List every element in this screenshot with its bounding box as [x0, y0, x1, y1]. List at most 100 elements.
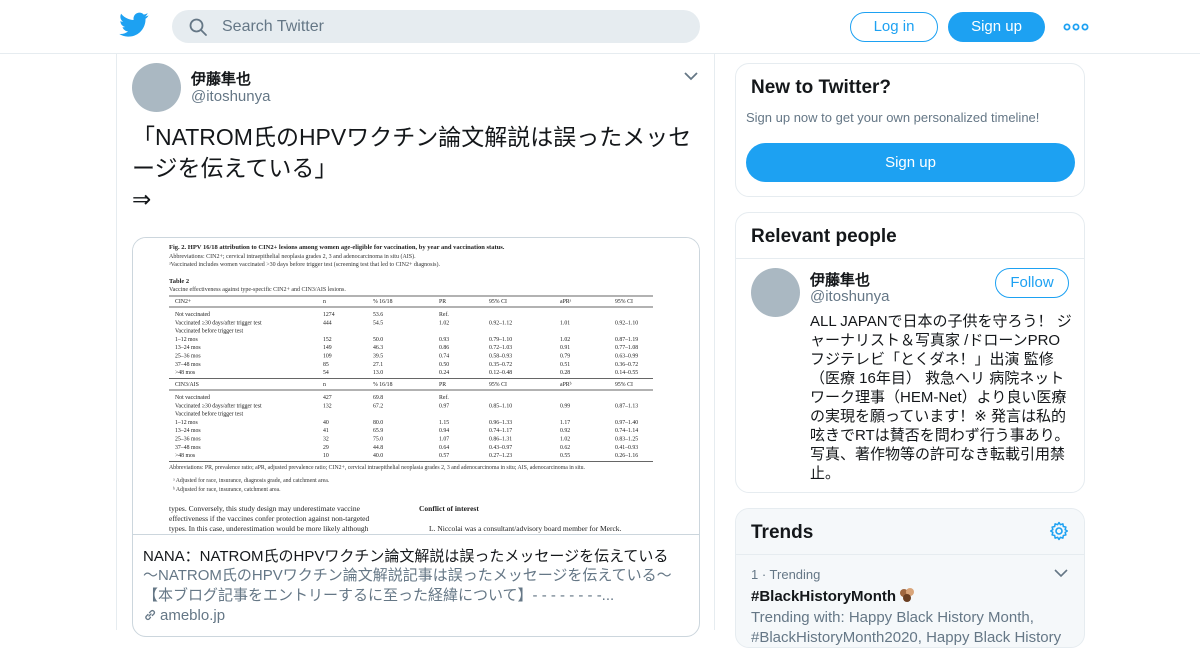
avatar[interactable] [132, 63, 181, 112]
table-cell: 0.63–0.99 [615, 354, 638, 360]
person-name[interactable]: 伊藤隼也 [810, 269, 870, 290]
table-cell: aPRᵇ [560, 382, 572, 388]
person-handle[interactable]: @itoshunya [810, 288, 889, 305]
table-cell: 65.9 [373, 428, 383, 434]
table-cell: 95% CI [615, 299, 633, 305]
search-icon [189, 18, 207, 36]
more-options-icon[interactable] [1063, 18, 1089, 36]
paper-table-image: Fig. 2. HPV 16/18 attribution to CIN2+ l… [169, 244, 653, 533]
table-cell: 67.2 [373, 403, 383, 409]
table-cell: CIN3/AIS [175, 382, 199, 388]
table-cell: 0.74–1.14 [615, 428, 638, 434]
table-cell: 0.57 [439, 453, 449, 459]
table-cell: 40 [323, 420, 329, 426]
table-cell: 0.12–0.48 [489, 370, 512, 376]
table-cell: 444 [323, 320, 332, 326]
table-cell: 0.97–1.40 [615, 420, 638, 426]
coi-heading: Conflict of interest [419, 504, 479, 513]
table-cell: 95% CI [489, 382, 507, 388]
table-cell: aPRᵃ [560, 299, 572, 305]
fig-abbrev: Abbreviations: CIN2+; cervical intraepit… [169, 253, 416, 260]
table-cell: 25–36 mos [175, 437, 201, 443]
table-cell: 0.96–1.33 [489, 420, 512, 426]
card-domain[interactable]: ameblo.jp [143, 607, 225, 624]
tweet-author-handle[interactable]: @itoshunya [191, 88, 270, 105]
table-cell: 0.36–0.72 [615, 362, 638, 368]
table-cell: 1274 [323, 312, 335, 318]
signup-button[interactable]: Sign up [948, 12, 1045, 42]
table-cell: % 16/18 [373, 299, 393, 305]
tweet-author-name[interactable]: 伊藤隼也 [191, 68, 251, 89]
fig-note: ᵃVaccinated includes women vaccinated >3… [169, 261, 440, 268]
signup-button[interactable]: Sign up [746, 143, 1075, 182]
table-cell: >48 mos [175, 370, 196, 376]
tweet-column: 伊藤隼也 @itoshunya 「NATROM氏のHPVワクチン論文解説は誤った… [116, 54, 715, 637]
table-cell: 0.99 [560, 403, 570, 409]
table-cell: 95% CI [615, 382, 633, 388]
table-cell: Vaccinated before trigger test [175, 328, 243, 335]
table-cell: Vaccinated ≥30 days/after trigger test [175, 402, 262, 409]
table-cell: n [323, 299, 326, 305]
table-cell: 85 [323, 362, 329, 368]
raised-fist-emoji-icon [900, 588, 915, 602]
divider [736, 554, 1084, 555]
table-cell: 0.74 [439, 354, 449, 360]
body-text-line: effectiveness if the vaccines confer pro… [169, 514, 370, 523]
table-cell: 0.41–0.93 [615, 445, 638, 451]
table-cell: 41 [323, 428, 329, 434]
panel-title: Trends [751, 522, 814, 543]
table-cell: 0.14–0.55 [615, 370, 638, 376]
table-abbrev: Abbreviations: PR, prevalence ratio; aPR… [169, 465, 586, 471]
table-cell: 29 [323, 445, 329, 451]
table-cell: 13–24 mos [175, 428, 201, 434]
table-cell: 0.86 [439, 345, 449, 351]
table-cell: PR [439, 299, 446, 305]
table-cell: 37–48 mos [175, 445, 201, 451]
table-cell: 69.8 [373, 395, 383, 401]
table-cell: 25–36 mos [175, 354, 201, 360]
table-cell: 0.79 [560, 354, 570, 360]
trend-related: Trending with: Happy Black History Month… [751, 609, 1062, 646]
table-cell: 1.02 [439, 320, 449, 326]
card-title[interactable]: NANA：NATROM氏のHPVワクチン論文解説は誤ったメッセージを伝えている [143, 545, 693, 566]
table-cell: % 16/18 [373, 382, 393, 388]
trends-header: Trends [736, 509, 1084, 554]
table-cell: 1.07 [439, 437, 449, 443]
table-cell: 1.15 [439, 420, 449, 426]
gear-icon[interactable] [1049, 521, 1069, 541]
follow-button[interactable]: Follow [995, 268, 1069, 298]
table-cell: 37–48 mos [175, 362, 201, 368]
table-cell: 0.74–1.17 [489, 428, 512, 434]
table-cell: 1–12 mos [175, 420, 198, 426]
table-cell: 0.62 [560, 445, 570, 451]
table-cell: 54.5 [373, 320, 383, 326]
search-input[interactable] [222, 10, 682, 43]
search-bar[interactable] [172, 10, 700, 43]
chevron-down-icon[interactable] [683, 70, 699, 82]
relevant-people-panel: Relevant people 伊藤隼也 @itoshunya Follow A… [735, 212, 1085, 493]
table-cell: 0.83–1.25 [615, 437, 638, 443]
table-cell: 40.0 [373, 453, 383, 459]
link-preview-card[interactable]: Fig. 2. HPV 16/18 attribution to CIN2+ l… [132, 237, 700, 637]
trend-hashtag[interactable]: #BlackHistoryMonth [751, 588, 896, 605]
table-cell: 53.6 [373, 312, 383, 318]
login-button[interactable]: Log in [850, 12, 938, 42]
trend-item[interactable]: #BlackHistoryMonth [751, 587, 916, 605]
table-cell: Ref. [439, 394, 449, 401]
panel-subtitle: Sign up now to get your own personalized… [746, 110, 1040, 125]
table-cell: 1–12 mos [175, 337, 198, 343]
table-cell: 1.02 [560, 437, 570, 443]
chevron-down-icon[interactable] [1054, 568, 1068, 578]
table-cell: Ref. [439, 311, 449, 318]
table-cell: 0.27–1.23 [489, 453, 512, 459]
body-text-line: types. In this case, underestimation wou… [169, 524, 369, 533]
twitter-bird-icon[interactable] [119, 12, 149, 38]
table-cell: 0.43–0.97 [489, 445, 512, 451]
table-cell: 13.0 [373, 370, 383, 376]
new-to-twitter-panel: New to Twitter? Sign up now to get your … [735, 63, 1085, 197]
card-description[interactable]: ～NATROM氏のHPVワクチン論文解説記事は誤ったメッセージを伝えている～【本… [143, 566, 683, 606]
table-cell: 0.77–1.08 [615, 345, 638, 351]
table-cell: 32 [323, 437, 329, 443]
card-image[interactable]: Fig. 2. HPV 16/18 attribution to CIN2+ l… [133, 238, 699, 535]
avatar[interactable] [751, 268, 800, 317]
